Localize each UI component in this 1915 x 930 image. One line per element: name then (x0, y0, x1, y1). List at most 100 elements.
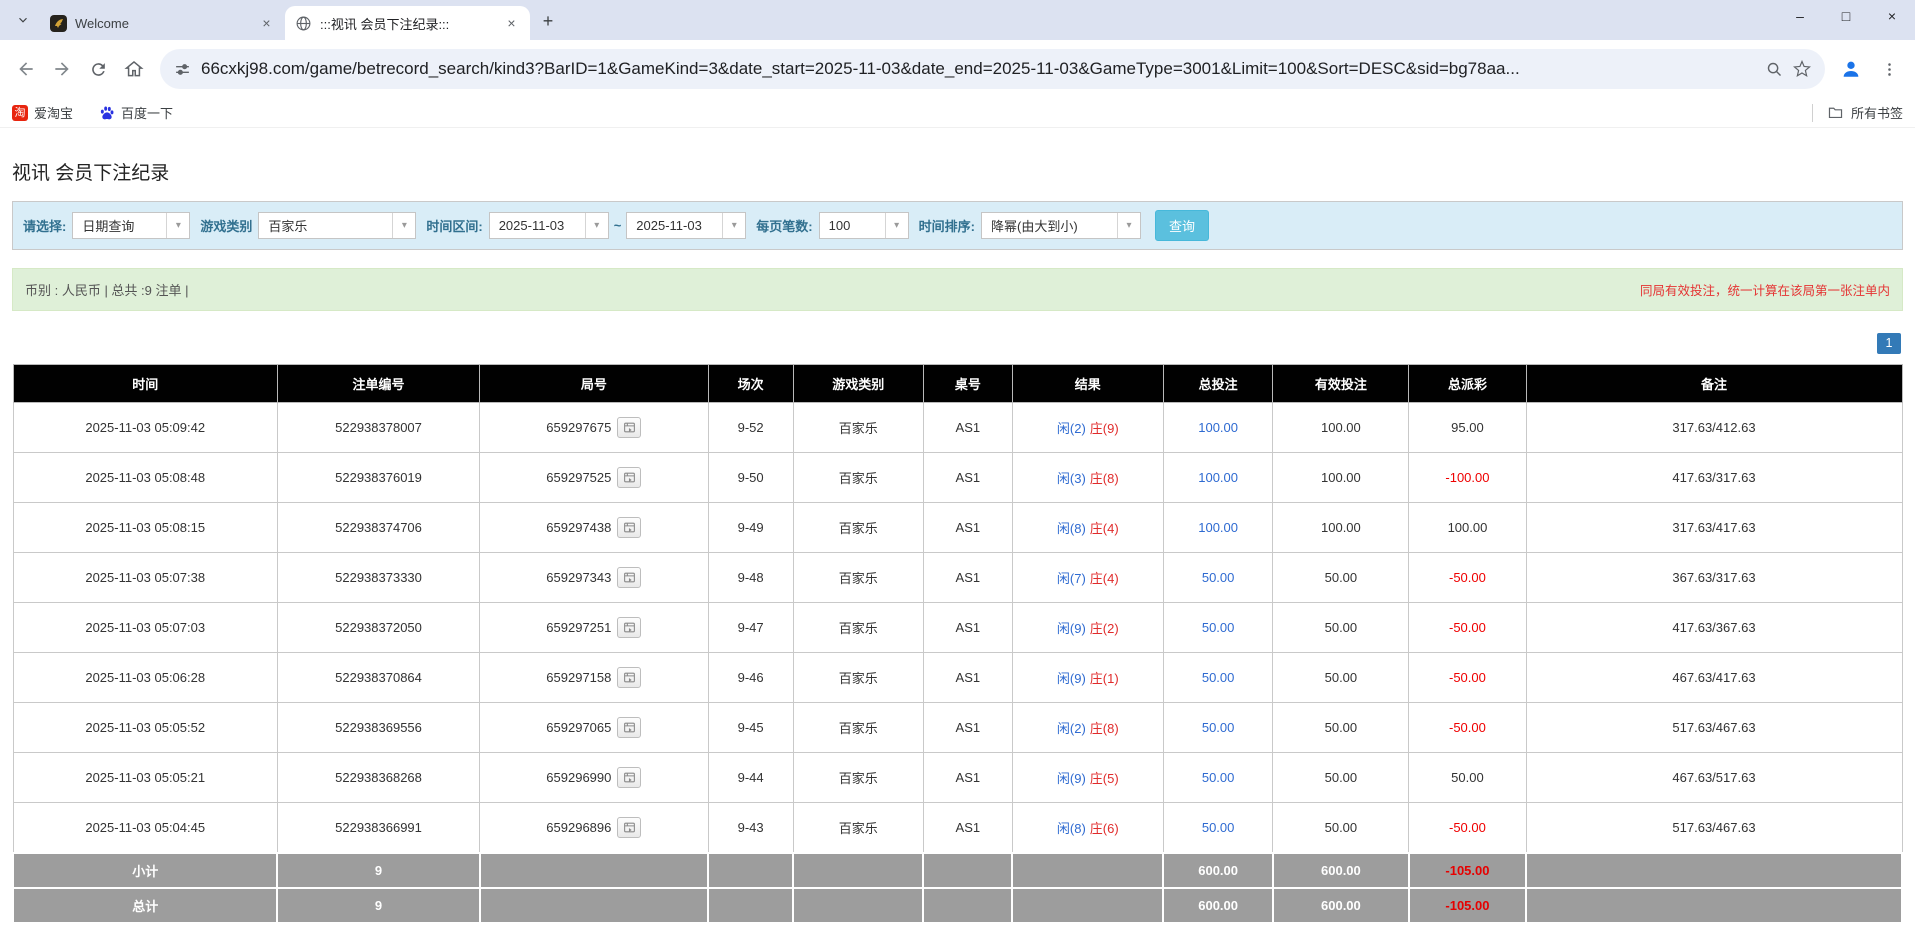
cell-bet-number: 522938366991 (276, 802, 481, 854)
home-icon[interactable] (116, 51, 152, 87)
bookmarks-bar: 淘 爱淘宝 百度一下 所有书签 (0, 98, 1915, 128)
query-mode-select[interactable]: 日期查询 ▾ (72, 212, 191, 239)
total-bet-link[interactable]: 50.00 (1202, 720, 1235, 735)
player-result: 闲(3) (1056, 471, 1086, 486)
cell-total-payout: 100.00 (1408, 502, 1527, 553)
replay-video-icon[interactable] (617, 717, 642, 738)
zoom-page-icon[interactable] (1766, 61, 1783, 78)
cell-total-payout: 95.00 (1408, 402, 1527, 453)
cell-note: 517.63/467.63 (1525, 702, 1903, 753)
cell-session: 9-49 (707, 502, 794, 553)
chevron-down-icon: ▾ (584, 213, 608, 238)
total-payout: -105.00 (1407, 887, 1528, 924)
per-page-value: 100 (828, 218, 851, 233)
cell-round-number: 659297251 (479, 602, 709, 653)
close-button[interactable]: × (1869, 0, 1915, 32)
page-1-button[interactable]: 1 (1877, 333, 1901, 354)
search-button[interactable]: 查询 (1154, 210, 1209, 241)
banker-result: 庄(1) (1089, 671, 1119, 686)
browser-window: Welcome × :::视讯 会员下注纪录::: × + – □ × 66cx… (0, 0, 1915, 128)
toolbar-right (1833, 51, 1907, 87)
cell-bet-number: 522938378007 (276, 402, 481, 453)
total-count: 9 (276, 887, 481, 924)
replay-video-icon[interactable] (617, 417, 642, 438)
replay-video-icon[interactable] (617, 517, 642, 538)
reload-icon[interactable] (80, 51, 116, 87)
minimize-button[interactable]: – (1777, 0, 1823, 32)
col-header-game-type: 游戏类别 (792, 364, 924, 403)
back-icon[interactable] (8, 51, 44, 87)
cell-note: 467.63/417.63 (1525, 652, 1903, 703)
summary-bar: 币别 : 人民币 | 总共 :9 注单 | 同局有效投注，统一计算在该局第一张注… (12, 268, 1903, 311)
tab-search-chevron-icon[interactable] (10, 7, 36, 33)
replay-video-icon[interactable] (617, 667, 642, 688)
total-bet-link[interactable]: 50.00 (1202, 820, 1235, 835)
cell-total-payout: -50.00 (1408, 802, 1527, 854)
round-number-text: 659296990 (546, 770, 612, 785)
cell-session: 9-46 (707, 652, 794, 703)
total-bet-link[interactable]: 100.00 (1198, 470, 1238, 485)
taobao-icon: 淘 (12, 104, 28, 121)
sort-select[interactable]: 降幂(由大到小) ▾ (980, 212, 1141, 239)
cell-game-type: 百家乐 (792, 802, 924, 854)
replay-video-icon[interactable] (617, 817, 642, 838)
tab-title: :::视讯 会员下注纪录::: (320, 16, 450, 32)
date-start-select[interactable]: 2025-11-03 ▾ (488, 212, 609, 239)
cell-table-number: AS1 (922, 552, 1013, 603)
total-bet-link[interactable]: 100.00 (1198, 520, 1238, 535)
tab-close-icon[interactable]: × (258, 15, 275, 32)
replay-video-icon[interactable] (617, 467, 642, 488)
forward-icon[interactable] (44, 51, 80, 87)
address-bar[interactable]: 66cxkj98.com/game/betrecord_search/kind3… (160, 49, 1825, 89)
profile-avatar-icon[interactable] (1833, 51, 1869, 87)
col-header-total-payout: 总派彩 (1408, 364, 1527, 403)
total-bet-link[interactable]: 50.00 (1202, 570, 1235, 585)
tab-close-icon[interactable]: × (503, 15, 520, 32)
menu-kebab-icon[interactable] (1871, 51, 1907, 87)
cell-game-type: 百家乐 (792, 652, 924, 703)
maximize-button[interactable]: □ (1823, 0, 1869, 32)
replay-video-icon[interactable] (617, 617, 642, 638)
cell-round-number: 659297438 (479, 502, 709, 553)
cell-round-number: 659297675 (479, 402, 709, 453)
col-header-valid-bet: 有效投注 (1272, 364, 1410, 403)
cell-total-payout: 50.00 (1408, 752, 1527, 803)
date-end-select[interactable]: 2025-11-03 ▾ (626, 212, 747, 239)
table-row: 2025-11-03 05:05:21 522938368268 6592969… (12, 752, 1903, 803)
time-range-label: 时间区间: (426, 219, 483, 234)
site-settings-icon[interactable] (174, 61, 191, 78)
cell-session: 9-48 (707, 552, 794, 603)
game-type-select[interactable]: 百家乐 ▾ (258, 212, 417, 239)
replay-video-icon[interactable] (617, 767, 642, 788)
cell-total-payout: -50.00 (1408, 702, 1527, 753)
bookmarks-separator (1811, 103, 1813, 122)
bookmark-baidu[interactable]: 百度一下 (99, 103, 173, 122)
tab-bet-record[interactable]: :::视讯 会员下注纪录::: × (285, 6, 530, 40)
col-header-result: 结果 (1011, 364, 1164, 403)
player-result: 闲(2) (1056, 721, 1086, 736)
table-header-row: 时间 注单编号 局号 场次 游戏类别 桌号 结果 总投注 有效投注 总派彩 备注 (12, 364, 1903, 403)
round-number-text: 659296896 (546, 820, 612, 835)
round-number-text: 659297158 (546, 670, 612, 685)
table-row: 2025-11-03 05:08:15 522938374706 6592974… (12, 502, 1903, 553)
player-result: 闲(9) (1056, 671, 1086, 686)
bookmark-star-icon[interactable] (1793, 60, 1811, 78)
per-page-label: 每页笔数: (756, 219, 813, 234)
url-text[interactable]: 66cxkj98.com/game/betrecord_search/kind3… (201, 59, 1756, 79)
cell-total-bet: 50.00 (1162, 752, 1274, 803)
total-bet-link[interactable]: 100.00 (1198, 420, 1238, 435)
total-bet-link[interactable]: 50.00 (1202, 620, 1235, 635)
replay-video-icon[interactable] (617, 567, 642, 588)
player-result: 闲(9) (1056, 771, 1086, 786)
page-title: 视讯 会员下注纪录 (12, 163, 170, 184)
cell-time: 2025-11-03 05:08:48 (12, 452, 278, 503)
total-bet-link[interactable]: 50.00 (1202, 670, 1235, 685)
bookmark-taobao[interactable]: 淘 爱淘宝 (12, 103, 73, 122)
cell-round-number: 659296896 (479, 802, 709, 854)
per-page-select[interactable]: 100 ▾ (818, 212, 909, 239)
pagination-top: 1 (14, 333, 1901, 354)
total-bet-link[interactable]: 50.00 (1202, 770, 1235, 785)
all-bookmarks-button[interactable]: 所有书签 (1827, 103, 1903, 122)
new-tab-button[interactable]: + (534, 7, 562, 35)
tab-welcome[interactable]: Welcome × (40, 6, 285, 40)
